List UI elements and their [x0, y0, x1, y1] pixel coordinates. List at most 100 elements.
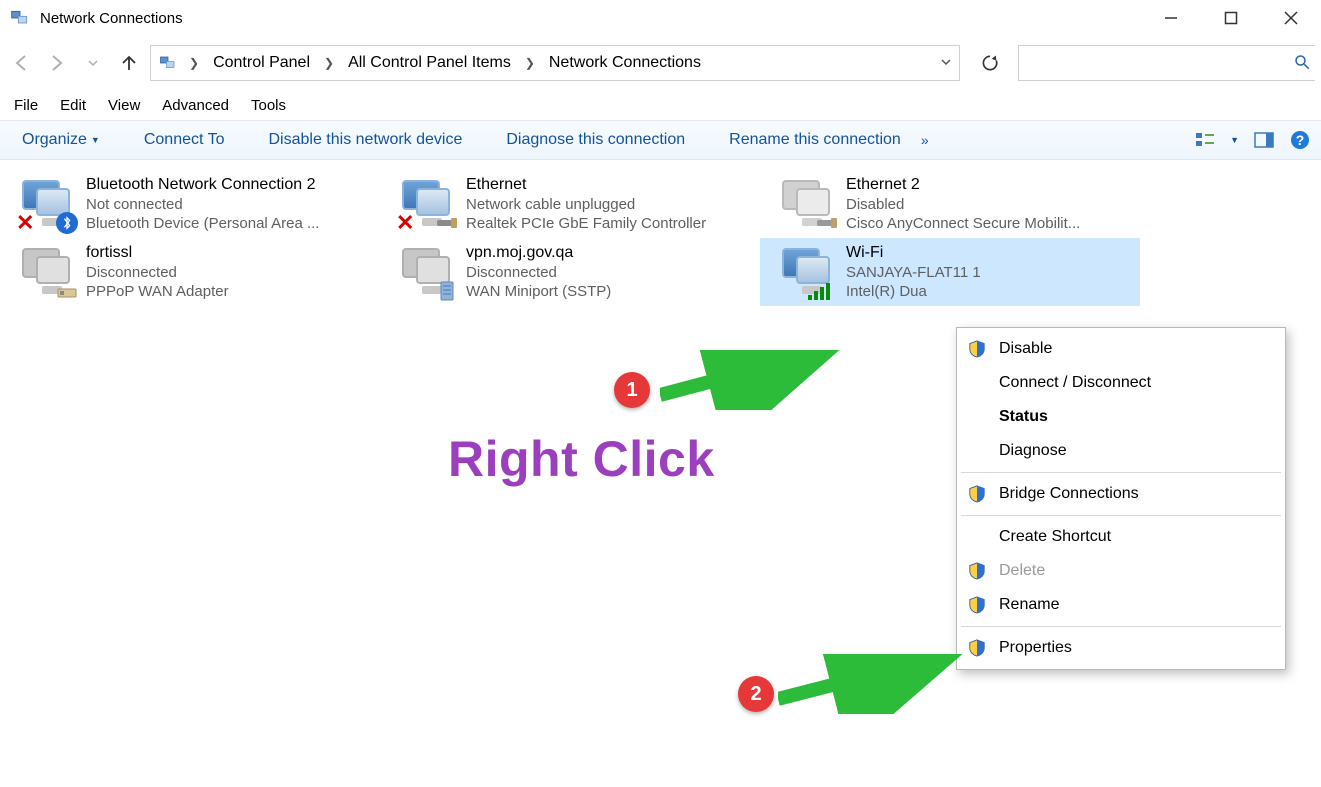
- network-connections-icon: [157, 52, 179, 74]
- connection-name: Bluetooth Network Connection 2: [86, 176, 319, 194]
- address-nav-row: ❯ Control Panel ❯ All Control Panel Item…: [0, 36, 1321, 90]
- connection-name: Ethernet 2: [846, 176, 1080, 194]
- separator: [961, 472, 1281, 473]
- cable-icon: [436, 212, 458, 234]
- shield-icon: [967, 595, 987, 615]
- preview-pane-button[interactable]: [1253, 129, 1275, 151]
- connection-device: Bluetooth Device (Personal Area ...: [86, 215, 319, 232]
- server-icon: [436, 280, 458, 302]
- annotation-text: Right Click: [448, 430, 715, 488]
- ctx-item-label: Disable: [999, 340, 1052, 358]
- recent-locations-button[interactable]: [78, 48, 108, 78]
- error-x-icon: ✕: [396, 210, 414, 236]
- separator: [961, 515, 1281, 516]
- refresh-button[interactable]: [974, 47, 1006, 79]
- up-button[interactable]: [114, 48, 144, 78]
- ctx-item-label: Status: [999, 408, 1048, 426]
- close-button[interactable]: [1279, 6, 1303, 30]
- ctx-status[interactable]: Status: [957, 400, 1285, 434]
- menubar: File Edit View Advanced Tools: [0, 90, 1321, 120]
- ctx-bridge[interactable]: Bridge Connections: [957, 477, 1285, 511]
- network-adapter-icon: [396, 244, 456, 300]
- diagnose-connection-button[interactable]: Diagnose this connection: [494, 127, 697, 153]
- connection-name: Ethernet: [466, 176, 706, 194]
- ctx-create-shortcut[interactable]: Create Shortcut: [957, 520, 1285, 554]
- ctx-diagnose[interactable]: Diagnose: [957, 434, 1285, 468]
- breadcrumb-all-items[interactable]: All Control Panel Items: [344, 52, 515, 74]
- connection-name: fortissl: [86, 244, 229, 262]
- connection-device: Cisco AnyConnect Secure Mobilit...: [846, 215, 1080, 232]
- ctx-item-label: Rename: [999, 596, 1059, 614]
- menu-edit[interactable]: Edit: [50, 94, 96, 117]
- menu-file[interactable]: File: [4, 94, 48, 117]
- annotation-badge-1: 1: [614, 372, 650, 408]
- view-dropdown-icon[interactable]: ▼: [1230, 135, 1239, 145]
- chevron-right-icon[interactable]: ❯: [519, 56, 541, 70]
- connection-name: vpn.moj.gov.qa: [466, 244, 611, 262]
- connection-device: WAN Miniport (SSTP): [466, 283, 611, 300]
- connect-to-button[interactable]: Connect To: [132, 127, 237, 153]
- ctx-rename[interactable]: Rename: [957, 588, 1285, 622]
- network-connections-icon: [8, 6, 32, 30]
- chevron-right-icon[interactable]: ❯: [183, 56, 205, 70]
- ctx-item-label: Bridge Connections: [999, 485, 1139, 503]
- chevron-down-icon[interactable]: [939, 55, 953, 72]
- connection-device: Intel(R) Dua: [846, 283, 981, 300]
- ctx-connect-disconnect[interactable]: Connect / Disconnect: [957, 366, 1285, 400]
- minimize-button[interactable]: [1159, 6, 1183, 30]
- error-x-icon: ✕: [16, 210, 34, 236]
- view-options-button[interactable]: [1194, 129, 1216, 151]
- command-toolbar: Organize▼ Connect To Disable this networ…: [0, 120, 1321, 160]
- ctx-properties[interactable]: Properties: [957, 631, 1285, 665]
- connection-status: SANJAYA-FLAT11 1: [846, 264, 981, 281]
- annotation-arrow-2: [778, 654, 978, 714]
- menu-tools[interactable]: Tools: [241, 94, 296, 117]
- svg-text:?: ?: [1296, 132, 1305, 148]
- shield-icon: [967, 484, 987, 504]
- connection-item[interactable]: fortissl Disconnected PPPoP WAN Adapter: [0, 238, 380, 306]
- connection-item[interactable]: vpn.moj.gov.qa Disconnected WAN Miniport…: [380, 238, 760, 306]
- maximize-button[interactable]: [1219, 6, 1243, 30]
- disable-device-button[interactable]: Disable this network device: [257, 127, 475, 153]
- connection-device: PPPoP WAN Adapter: [86, 283, 229, 300]
- connection-item[interactable]: Ethernet 2 Disabled Cisco AnyConnect Sec…: [760, 170, 1140, 238]
- window-title: Network Connections: [40, 10, 183, 27]
- network-adapter-icon: [16, 244, 76, 300]
- connection-name: Wi-Fi: [846, 244, 981, 262]
- shield-icon: [967, 561, 987, 581]
- forward-button[interactable]: [42, 48, 72, 78]
- search-box[interactable]: [1018, 45, 1315, 81]
- address-bar[interactable]: ❯ Control Panel ❯ All Control Panel Item…: [150, 45, 960, 81]
- ctx-delete[interactable]: Delete: [957, 554, 1285, 588]
- connections-panel: ✕ Bluetooth Network Connection 2 Not con…: [0, 160, 1321, 306]
- search-input[interactable]: [1027, 55, 1307, 72]
- connection-status: Disconnected: [86, 264, 229, 281]
- shield-icon: [967, 339, 987, 359]
- network-adapter-icon: ✕: [16, 176, 76, 232]
- wifi-signal-icon: [808, 282, 830, 300]
- context-menu: Disable Connect / Disconnect Status Diag…: [956, 327, 1286, 670]
- menu-view[interactable]: View: [98, 94, 150, 117]
- ctx-item-label: Delete: [999, 562, 1045, 580]
- overflow-button[interactable]: »: [913, 128, 937, 152]
- search-icon: [1293, 53, 1311, 74]
- connection-item[interactable]: ✕ Ethernet Network cable unplugged Realt…: [380, 170, 760, 238]
- bluetooth-icon: [56, 212, 78, 234]
- rename-connection-button[interactable]: Rename this connection: [717, 127, 913, 153]
- back-button[interactable]: [6, 48, 36, 78]
- help-button[interactable]: ?: [1289, 129, 1311, 151]
- ctx-disable[interactable]: Disable: [957, 332, 1285, 366]
- network-adapter-icon: [776, 244, 836, 300]
- menu-advanced[interactable]: Advanced: [152, 94, 239, 117]
- connection-item-selected[interactable]: Wi-Fi SANJAYA-FLAT11 1 Intel(R) Dua: [760, 238, 1140, 306]
- breadcrumb-network-connections[interactable]: Network Connections: [545, 52, 705, 74]
- chevron-right-icon[interactable]: ❯: [318, 56, 340, 70]
- annotation-arrow-1: [660, 350, 860, 410]
- network-adapter-icon: ✕: [396, 176, 456, 232]
- ctx-item-label: Connect / Disconnect: [999, 374, 1151, 392]
- connection-item[interactable]: ✕ Bluetooth Network Connection 2 Not con…: [0, 170, 380, 238]
- separator: [961, 626, 1281, 627]
- window-titlebar: Network Connections: [0, 0, 1321, 36]
- breadcrumb-control-panel[interactable]: Control Panel: [209, 52, 314, 74]
- organize-button[interactable]: Organize▼: [10, 127, 112, 153]
